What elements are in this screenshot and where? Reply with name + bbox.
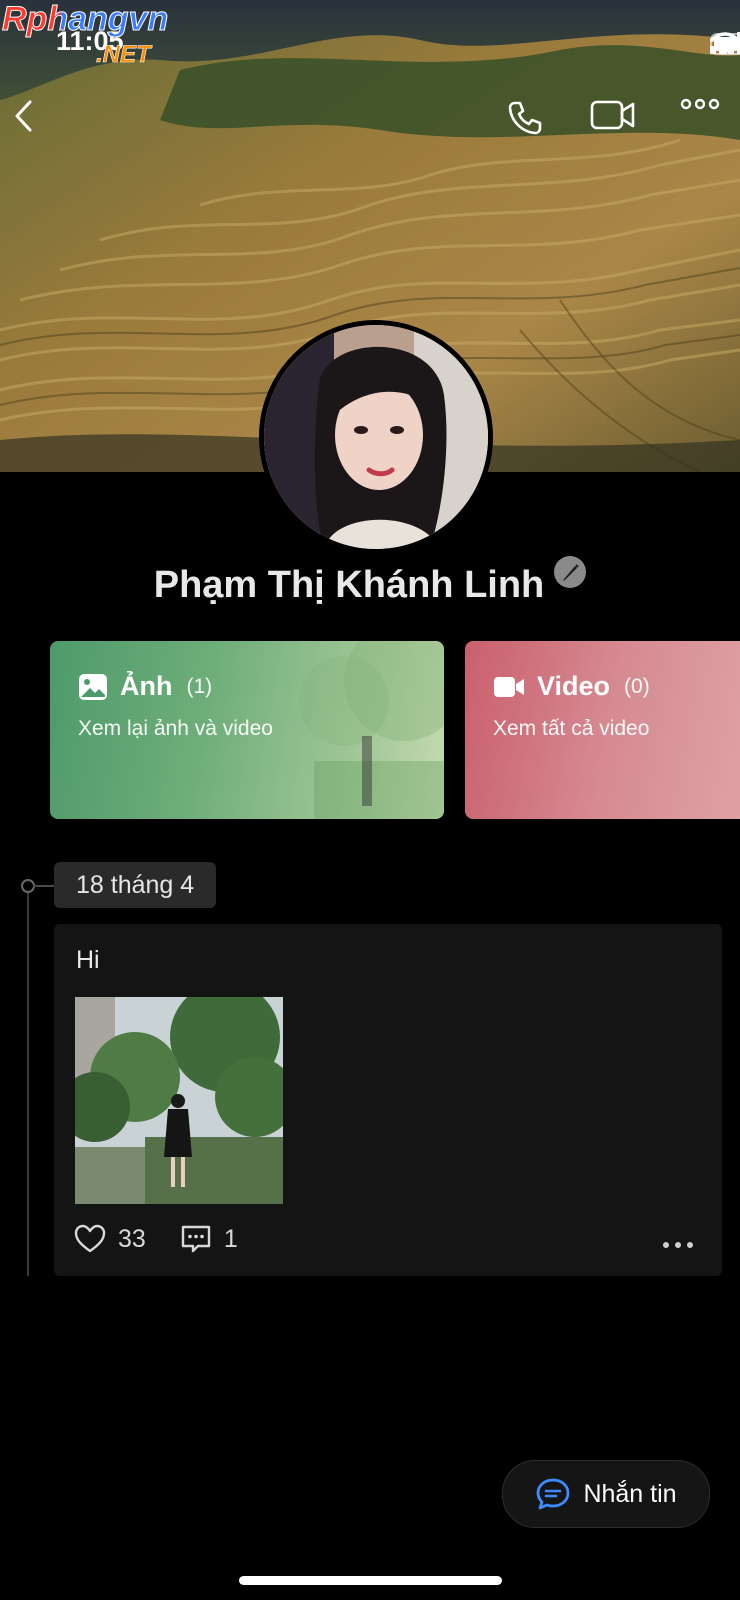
- timeline-line: [27, 886, 29, 1276]
- pencil-icon: [563, 564, 579, 581]
- avatar[interactable]: [259, 320, 493, 554]
- heart-icon: [74, 1224, 106, 1253]
- svg-text:.NET: .NET: [96, 41, 153, 68]
- svg-text:Rphangvn: Rphangvn: [2, 0, 168, 38]
- chevron-left-icon: [15, 100, 32, 132]
- more-horizontal-icon: [663, 1242, 693, 1248]
- like-button[interactable]: 33: [74, 1224, 146, 1254]
- chat-bubble-icon: [537, 1478, 570, 1510]
- video-icon: [494, 676, 524, 697]
- back-button[interactable]: [12, 98, 58, 144]
- like-count: 33: [118, 1224, 146, 1253]
- more-options-button[interactable]: [680, 98, 726, 144]
- timeline-date: 18 tháng 4: [54, 862, 217, 908]
- comment-count: 1: [223, 1224, 238, 1253]
- edit-name-button[interactable]: [554, 556, 587, 588]
- image-icon: [79, 673, 107, 700]
- video-call-button[interactable]: [590, 98, 636, 144]
- comment-icon: [181, 1225, 211, 1253]
- home-indicator[interactable]: [239, 1576, 502, 1585]
- post-photo-image: [75, 997, 283, 1204]
- photos-card-title: Ảnh: [120, 671, 173, 701]
- timeline-connector: [33, 885, 55, 887]
- phone-icon: [508, 101, 542, 135]
- comment-button[interactable]: 1: [180, 1224, 238, 1254]
- photos-card-title-row: Ảnh (1): [78, 671, 212, 702]
- videos-card-title-row: Video (0): [493, 671, 650, 702]
- battery-icon: [710, 33, 740, 55]
- more-horizontal-icon: [680, 98, 720, 110]
- photos-count: (1): [186, 674, 213, 698]
- post-photo[interactable]: [75, 997, 283, 1204]
- timeline-post: Hi 33 1: [54, 924, 722, 1276]
- send-message-button[interactable]: Nhắn tin: [502, 1460, 710, 1528]
- profile-name: Phạm Thị Khánh Linh: [153, 564, 545, 606]
- videos-card-title: Video: [537, 671, 611, 701]
- post-more-button[interactable]: [662, 1236, 694, 1254]
- videos-card-subtitle: Xem tất cả video: [493, 717, 650, 740]
- avatar-photo: [264, 325, 488, 549]
- profile-name-row: Phạm Thị Khánh Linh: [0, 556, 740, 607]
- videos-count: (0): [624, 674, 650, 698]
- photos-card-background: [299, 641, 444, 819]
- videos-card[interactable]: Video (0) Xem tất cả video: [465, 641, 740, 819]
- post-actions: 33 1: [74, 1224, 272, 1254]
- photos-card[interactable]: Ảnh (1) Xem lại ảnh và video: [50, 641, 444, 819]
- watermark-logo: Rphangvn .NET: [2, 0, 169, 68]
- profile-page: 11:05 Rphangvn .NET Phạm Thị Khánh Linh …: [0, 0, 740, 1600]
- video-camera-icon: [590, 100, 635, 130]
- call-button[interactable]: [505, 98, 551, 144]
- photos-card-subtitle: Xem lại ảnh và video: [78, 717, 273, 740]
- send-message-label: Nhắn tin: [583, 1479, 677, 1508]
- post-text: Hi: [76, 946, 100, 974]
